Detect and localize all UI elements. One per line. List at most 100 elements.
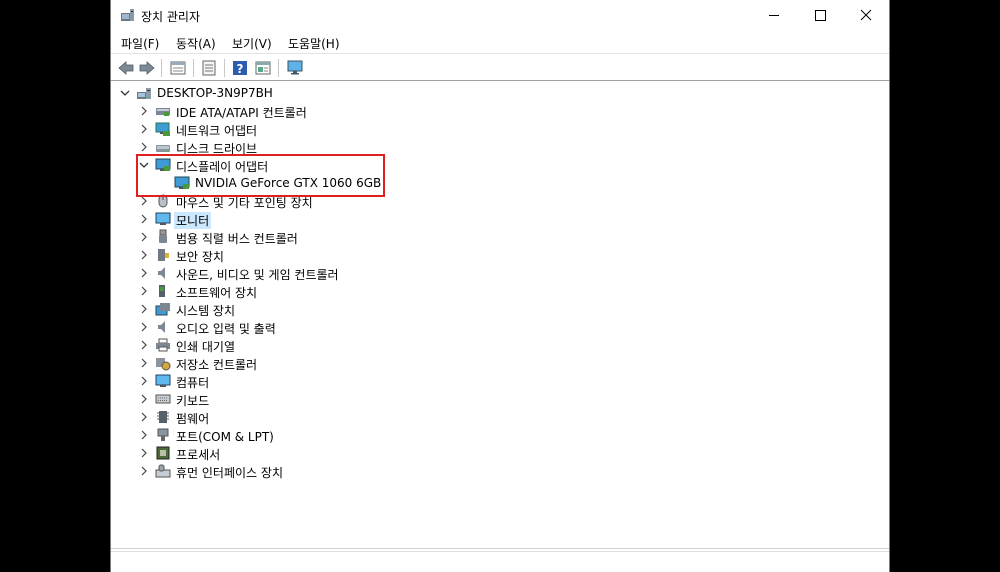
close-button[interactable] bbox=[843, 0, 889, 31]
chevron-right-icon[interactable] bbox=[137, 283, 151, 299]
monitor-icon bbox=[155, 212, 171, 225]
tree-category-print-queue[interactable]: 인쇄 대기열 bbox=[111, 336, 889, 354]
toolbar-separator bbox=[278, 59, 279, 77]
device-manager-window: 장치 관리자 파일(F) 동작(A) 보기(V) 도움말(H) ? DESKTO… bbox=[110, 0, 890, 572]
chevron-right-icon[interactable] bbox=[137, 463, 151, 479]
help-icon[interactable]: ? bbox=[231, 59, 249, 77]
category-label: 휴먼 인터페이스 장치 bbox=[176, 466, 283, 480]
chevron-right-icon[interactable] bbox=[137, 427, 151, 443]
tree-device-gpu[interactable]: NVIDIA GeForce GTX 1060 6GB bbox=[111, 174, 889, 192]
list-icon[interactable] bbox=[200, 59, 218, 77]
minimize-button[interactable] bbox=[751, 0, 797, 31]
category-label: 디스플레이 어댑터 bbox=[176, 160, 269, 174]
menu-help[interactable]: 도움말(H) bbox=[288, 35, 340, 52]
network-adapter-icon bbox=[155, 122, 170, 136]
category-label: 마우스 및 기타 포인팅 장치 bbox=[176, 196, 313, 210]
tree-category-usb[interactable]: 범용 직렬 버스 컨트롤러 bbox=[111, 228, 889, 246]
tree-category-system[interactable]: 시스템 장치 bbox=[111, 300, 889, 318]
window-title: 장치 관리자 bbox=[141, 10, 201, 24]
properties-grid-icon[interactable] bbox=[169, 59, 187, 77]
tree-category-sound[interactable]: 사운드, 비디오 및 게임 컨트롤러 bbox=[111, 264, 889, 282]
processor-icon bbox=[156, 446, 170, 460]
chevron-down-icon[interactable] bbox=[137, 157, 151, 173]
maximize-button[interactable] bbox=[797, 0, 843, 31]
category-label: IDE ATA/ATAPI 컨트롤러 bbox=[176, 106, 307, 120]
monitor-scan-icon[interactable] bbox=[286, 59, 304, 77]
category-label: 보안 장치 bbox=[176, 250, 224, 264]
device-tree[interactable]: DESKTOP-3N9P7BH IDE ATA/ATAPI 컨트롤러 네트워크 … bbox=[111, 82, 889, 548]
menu-bar: 파일(F) 동작(A) 보기(V) 도움말(H) bbox=[111, 31, 889, 53]
hid-icon bbox=[155, 464, 171, 478]
tree-category-computer[interactable]: 컴퓨터 bbox=[111, 372, 889, 390]
tree-category-firmware[interactable]: 펌웨어 bbox=[111, 408, 889, 426]
device-manager-icon bbox=[121, 9, 134, 21]
tree-category-hid[interactable]: 휴먼 인터페이스 장치 bbox=[111, 462, 889, 480]
chevron-right-icon[interactable] bbox=[137, 211, 151, 227]
speaker-icon bbox=[158, 267, 165, 279]
chevron-right-icon[interactable] bbox=[137, 247, 151, 263]
chevron-right-icon[interactable] bbox=[137, 229, 151, 245]
audio-io-icon bbox=[158, 321, 165, 333]
menu-view[interactable]: 보기(V) bbox=[232, 35, 272, 52]
title-bar[interactable]: 장치 관리자 bbox=[111, 0, 889, 31]
tree-category-audio-io[interactable]: 오디오 입력 및 출력 bbox=[111, 318, 889, 336]
system-device-icon bbox=[155, 303, 170, 316]
chevron-right-icon[interactable] bbox=[137, 391, 151, 407]
category-label: 컴퓨터 bbox=[176, 376, 210, 390]
disk-drive-icon bbox=[156, 145, 170, 152]
chevron-right-icon[interactable] bbox=[137, 445, 151, 461]
svg-text:?: ? bbox=[237, 62, 244, 76]
back-icon[interactable] bbox=[117, 59, 135, 77]
chevron-right-icon[interactable] bbox=[137, 409, 151, 425]
device-label: NVIDIA GeForce GTX 1060 6GB bbox=[195, 176, 382, 190]
tree-category-monitor[interactable]: 모니터 bbox=[111, 210, 889, 229]
chevron-right-icon[interactable] bbox=[137, 265, 151, 281]
category-label: 프로세서 bbox=[176, 448, 221, 462]
details-icon[interactable] bbox=[254, 59, 272, 77]
tree-root[interactable]: DESKTOP-3N9P7BH bbox=[111, 84, 889, 102]
chevron-right-icon[interactable] bbox=[137, 193, 151, 209]
category-label: 포트(COM & LPT) bbox=[176, 430, 274, 444]
menu-action[interactable]: 동작(A) bbox=[176, 35, 216, 52]
chevron-right-icon[interactable] bbox=[137, 355, 151, 371]
computer-monitor-icon bbox=[155, 374, 171, 387]
menu-file[interactable]: 파일(F) bbox=[121, 35, 159, 52]
firmware-icon bbox=[157, 411, 169, 423]
chevron-right-icon[interactable] bbox=[137, 301, 151, 317]
tree-category-display[interactable]: 디스플레이 어댑터 bbox=[111, 156, 889, 174]
maximize-icon bbox=[815, 10, 826, 21]
chevron-right-icon[interactable] bbox=[137, 373, 151, 389]
close-icon bbox=[860, 9, 872, 21]
chevron-right-icon[interactable] bbox=[137, 121, 151, 137]
tree-category-security[interactable]: 보안 장치 bbox=[111, 246, 889, 264]
chevron-right-icon[interactable] bbox=[137, 337, 151, 353]
keyboard-icon bbox=[155, 394, 171, 404]
chevron-right-icon[interactable] bbox=[137, 103, 151, 119]
category-label: 소프트웨어 장치 bbox=[176, 286, 258, 300]
chevron-right-icon[interactable] bbox=[137, 139, 151, 155]
tree-category-ide[interactable]: IDE ATA/ATAPI 컨트롤러 bbox=[111, 102, 889, 120]
category-label: 펌웨어 bbox=[176, 412, 210, 426]
tree-category-network[interactable]: 네트워크 어댑터 bbox=[111, 120, 889, 138]
category-label: 저장소 컨트롤러 bbox=[176, 358, 258, 372]
tree-category-processor[interactable]: 프로세서 bbox=[111, 444, 889, 462]
mouse-icon bbox=[158, 194, 168, 208]
category-label: 오디오 입력 및 출력 bbox=[176, 322, 276, 336]
printer-icon bbox=[156, 338, 170, 352]
forward-icon[interactable] bbox=[138, 59, 156, 77]
security-device-icon bbox=[158, 249, 169, 261]
tree-category-disk[interactable]: 디스크 드라이브 bbox=[111, 138, 889, 156]
display-adapter-icon bbox=[155, 158, 171, 171]
tree-category-mouse[interactable]: 마우스 및 기타 포인팅 장치 bbox=[111, 192, 889, 210]
chevron-down-icon[interactable] bbox=[118, 85, 132, 101]
chevron-right-icon[interactable] bbox=[137, 319, 151, 335]
category-label: 키보드 bbox=[176, 394, 210, 408]
tree-category-software[interactable]: 소프트웨어 장치 bbox=[111, 282, 889, 300]
tree-category-keyboard[interactable]: 키보드 bbox=[111, 390, 889, 408]
toolbar-separator bbox=[193, 59, 194, 77]
category-label: 사운드, 비디오 및 게임 컨트롤러 bbox=[176, 268, 339, 282]
computer-icon bbox=[137, 88, 151, 99]
toolbar: ? bbox=[111, 53, 889, 81]
tree-category-storage[interactable]: 저장소 컨트롤러 bbox=[111, 354, 889, 372]
tree-category-ports[interactable]: 포트(COM & LPT) bbox=[111, 426, 889, 444]
